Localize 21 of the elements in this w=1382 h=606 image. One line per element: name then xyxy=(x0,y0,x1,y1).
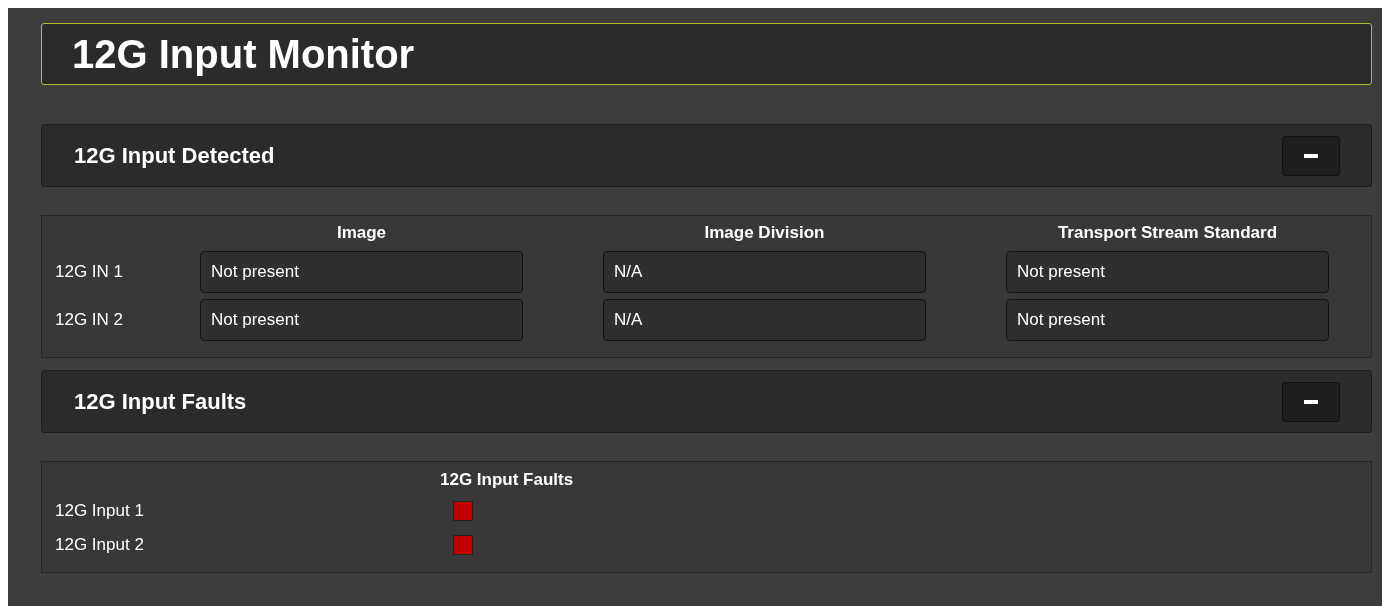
minus-icon xyxy=(1304,399,1318,404)
row-label: 12G Input 2 xyxy=(55,533,145,556)
column-header: 12G Input Faults xyxy=(440,469,574,491)
page-title: 12G Input Monitor xyxy=(72,34,415,74)
value-field: Not present xyxy=(200,251,523,293)
row-label: 12G IN 2 xyxy=(55,309,120,332)
section-title: 12G Input Detected xyxy=(74,142,275,170)
column-header: Image Division xyxy=(703,222,826,244)
value-field: N/A xyxy=(603,251,926,293)
value-field: N/A xyxy=(603,299,926,341)
column-header: Transport Stream Standard xyxy=(1056,222,1279,244)
section-title: 12G Input Faults xyxy=(74,388,247,416)
column-header: Image xyxy=(335,222,388,244)
value-field: Not present xyxy=(1006,299,1329,341)
collapse-button[interactable] xyxy=(1282,381,1340,422)
row-label: 12G Input 1 xyxy=(55,499,145,522)
collapse-button[interactable] xyxy=(1282,135,1340,176)
value-field: Not present xyxy=(200,299,523,341)
row-label: 12G IN 1 xyxy=(55,261,120,284)
value-field: Not present xyxy=(1006,251,1329,293)
minus-icon xyxy=(1304,153,1318,158)
